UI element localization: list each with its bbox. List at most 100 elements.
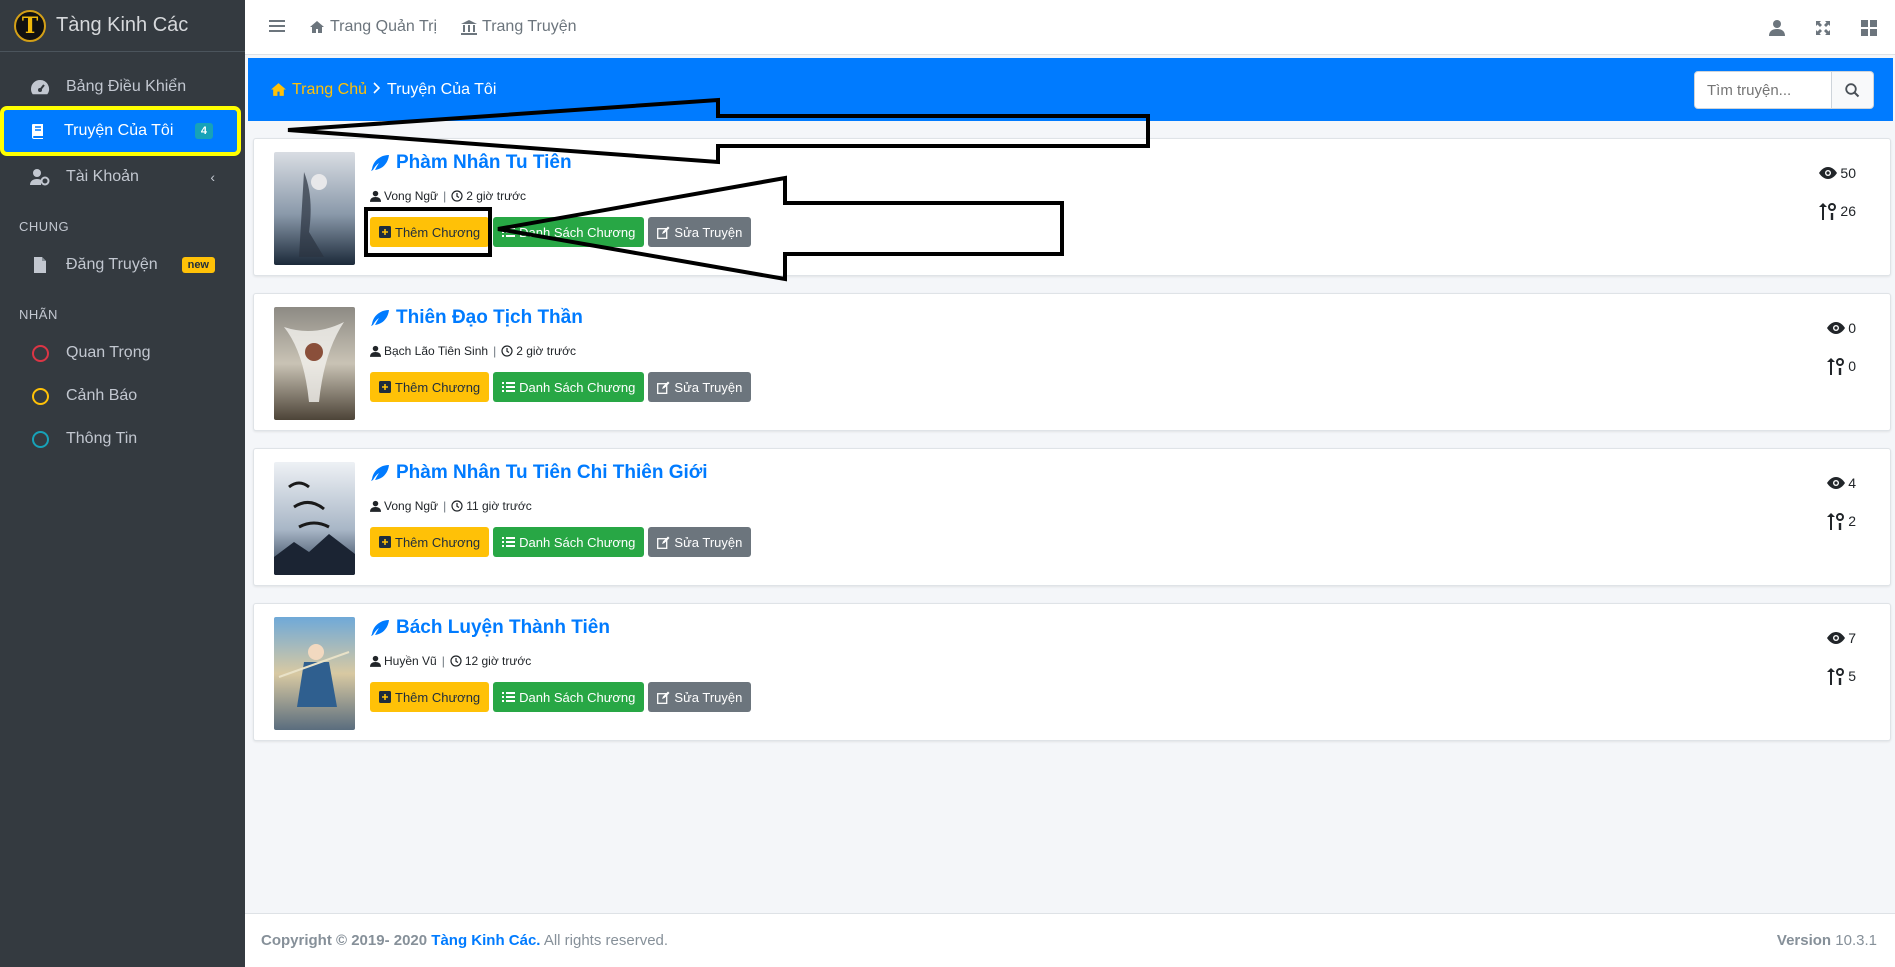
story-title[interactable]: Bách Luyện Thành Tiên [370,617,610,639]
story-card: Bách Luyện Thành Tiên Huyền Vũ | 12 giờ … [253,603,1891,741]
content-header: Trang Chủ Truyện Của Tôi [248,58,1893,121]
story-title-text: Phàm Nhân Tu Tiên [396,152,572,173]
stories-site-label: Trang Truyện [482,18,577,35]
feather-icon [371,620,389,636]
add-chapter-button[interactable]: Thêm Chương [370,682,490,712]
ranking-count: 5 [1848,668,1856,684]
footer-brand-link[interactable]: Tàng Kinh Các. [431,932,540,949]
search-button[interactable] [1832,71,1874,109]
clock-icon [450,655,462,667]
story-cover-image[interactable] [274,617,355,730]
add-chapter-button[interactable]: Thêm Chương [370,527,490,557]
breadcrumb: Trang Chủ Truyện Của Tôi [270,81,496,99]
search-icon [1845,82,1860,97]
story-stats: 0 0 [1827,318,1856,394]
user-icon [370,500,381,512]
story-meta: Huyền Vũ | 12 giờ trước [370,654,531,668]
story-card: Phàm Nhân Tu Tiên Vong Ngữ | 2 giờ trước… [253,138,1891,276]
sidebar-item-warning[interactable]: Cảnh Báo [6,375,239,417]
story-time: 2 giờ trước [466,189,526,203]
story-time: 12 giờ trước [464,654,532,668]
sort-numeric-up-icon [1827,512,1845,530]
story-stats: 4 2 [1827,473,1856,549]
menu-toggle-icon[interactable] [269,16,285,39]
story-cover-image[interactable] [274,462,355,575]
edit-story-button[interactable]: Sửa Truyện [648,217,752,247]
feather-icon [371,310,389,326]
eye-icon [1827,477,1846,489]
list-icon [502,382,516,392]
clock-icon [501,345,513,357]
edit-icon [657,536,670,549]
user-cog-icon [28,168,52,186]
chapter-list-button[interactable]: Danh Sách Chương [493,527,645,557]
feather-icon [371,155,389,171]
bank-icon [461,19,478,35]
sidebar-section-general: CHUNG [19,219,70,234]
sidebar-nav: Bảng Điều Khiển Truyện Của Tôi 4 Tài Kho… [0,66,245,460]
sidebar-item-my-stories[interactable]: Truyện Của Tôi 4 [0,106,241,156]
book-icon [26,122,50,140]
edit-story-label: Sửa Truyện [674,534,743,550]
search-input[interactable] [1694,71,1832,109]
user-icon [370,345,381,357]
chevron-left-icon: ‹ [210,169,215,185]
edit-story-label: Sửa Truyện [674,224,743,240]
story-actions: Thêm Chương Danh Sách Chương Sửa Truyện [370,682,755,712]
edit-story-button[interactable]: Sửa Truyện [648,527,752,557]
circle-icon [31,344,49,362]
search-form [1694,71,1874,109]
story-author: Bạch Lão Tiên Sinh [384,344,489,358]
chapter-list-button[interactable]: Danh Sách Chương [493,217,645,247]
chapter-list-button[interactable]: Danh Sách Chương [493,682,645,712]
story-author: Huyền Vũ [384,654,437,668]
admin-home-link[interactable]: Trang Quản Trị [309,18,437,36]
chapter-list-label: Danh Sách Chương [519,224,636,240]
add-chapter-label: Thêm Chương [395,689,481,705]
view-count: 7 [1848,630,1856,646]
chapter-list-button[interactable]: Danh Sách Chương [493,372,645,402]
story-cover-image[interactable] [274,307,355,420]
sidebar-item-account[interactable]: Tài Khoản ‹ [6,156,239,198]
story-author: Vong Ngữ [384,499,439,513]
story-title[interactable]: Phàm Nhân Tu Tiên Chi Thiên Giới [370,462,708,484]
user-icon[interactable] [1769,19,1785,36]
home-icon [310,21,324,33]
stories-site-link[interactable]: Trang Truyện [461,18,577,36]
chapter-list-label: Danh Sách Chương [519,379,636,395]
brand[interactable]: T Tàng Kinh Các [0,0,245,52]
add-chapter-label: Thêm Chương [395,534,481,550]
story-stats: 50 26 [1819,163,1856,239]
annotation-highlight-box [364,207,492,257]
footer-version: Version 10.3.1 [1777,932,1877,949]
story-author: Vong Ngữ [384,189,439,203]
breadcrumb-home[interactable]: Trang Chủ [270,81,367,99]
edit-story-button[interactable]: Sửa Truyện [648,372,752,402]
version-number: 10.3.1 [1835,932,1877,949]
file-icon [28,256,52,274]
story-cover-image[interactable] [274,152,355,265]
add-chapter-button[interactable]: Thêm Chương [370,372,490,402]
sidebar-item-important[interactable]: Quan Trọng [6,332,239,374]
sidebar-item-dashboard[interactable]: Bảng Điều Khiển [6,66,239,108]
story-title[interactable]: Thiên Đạo Tịch Thần [370,307,583,329]
admin-home-label: Trang Quản Trị [330,18,438,35]
sidebar-item-info[interactable]: Thông Tin [6,418,239,460]
story-meta: Bạch Lão Tiên Sinh | 2 giờ trước [370,344,576,358]
edit-story-button[interactable]: Sửa Truyện [648,682,752,712]
edit-icon [657,381,670,394]
meta-divider: | [493,344,497,358]
brand-logo: T [14,9,46,42]
grid-icon[interactable] [1861,19,1877,36]
breadcrumb-current: Truyện Của Tôi [387,80,497,98]
story-title[interactable]: Phàm Nhân Tu Tiên [370,152,572,174]
story-actions: Thêm Chương Danh Sách Chương Sửa Truyện [370,372,755,402]
story-card: Thiên Đạo Tịch Thần Bạch Lão Tiên Sinh |… [253,293,1891,431]
chapter-list-label: Danh Sách Chương [519,534,636,550]
story-time: 11 giờ trước [466,499,532,513]
footer: Copyright © 2019- 2020 Tàng Kinh Các. Al… [245,913,1895,967]
clock-icon [451,190,463,202]
sidebar-item-post-story[interactable]: Đăng Truyện new [6,244,239,286]
fullscreen-icon[interactable] [1815,20,1831,36]
rights-text: All rights reserved. [543,932,669,949]
